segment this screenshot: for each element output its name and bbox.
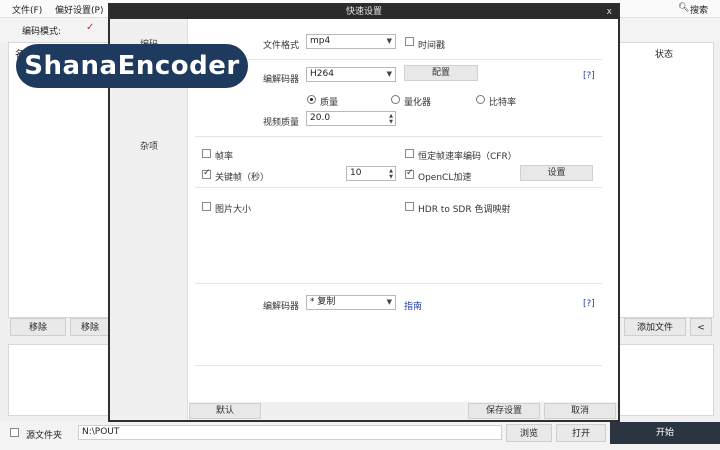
close-icon[interactable]: x xyxy=(607,5,612,19)
timestamp-label: 时间戳 xyxy=(418,41,446,51)
chevron-down-icon: ▼ xyxy=(386,37,392,45)
format-select[interactable]: mp4 ▼ xyxy=(306,34,396,49)
add-file-button[interactable]: 添加文件 xyxy=(624,318,686,336)
config-button[interactable]: 配置 xyxy=(404,65,478,81)
start-button[interactable]: 开始 xyxy=(610,422,720,444)
opencl-settings-button[interactable]: 设置 xyxy=(520,165,593,181)
opencl-checkbox[interactable] xyxy=(405,168,414,179)
keyframe-checkbox[interactable] xyxy=(202,168,211,179)
divider xyxy=(195,283,602,284)
search-button[interactable]: 搜索 xyxy=(690,3,708,16)
browse-button[interactable]: 浏览 xyxy=(506,424,552,442)
codec-select[interactable]: H264 ▼ xyxy=(306,67,396,82)
audio-codec-select[interactable]: * 复制 ▼ xyxy=(306,295,396,310)
video-quality-spinbox[interactable]: 20.0 ▲ ▼ xyxy=(306,111,396,126)
hdr-checkbox[interactable] xyxy=(405,202,414,211)
menu-file[interactable]: 文件(F) xyxy=(12,3,42,16)
output-path-field[interactable]: N:\POUT xyxy=(78,425,502,440)
guide-link[interactable]: 指南 xyxy=(404,299,422,312)
radio-quality[interactable] xyxy=(307,95,316,104)
collapse-button[interactable]: < xyxy=(690,318,712,336)
dialog-footer: 默认 保存设置 取消 xyxy=(189,402,618,420)
help-link-2[interactable]: [?] xyxy=(583,299,595,309)
settings-content: 文件格式 mp4 ▼ 时间戳 编解码器 H264 ▼ 配置 [?] 质量 量化器 比… xyxy=(189,19,618,402)
radio-quantizer-label: 量化器 xyxy=(404,98,432,108)
keyframe-label: 关键帧（秒） xyxy=(215,173,270,183)
divider xyxy=(195,136,602,137)
default-button[interactable]: 默认 xyxy=(189,403,261,419)
divider xyxy=(195,365,602,366)
cfr-checkbox[interactable] xyxy=(405,149,414,158)
remove-button[interactable]: 移除 xyxy=(10,318,66,336)
sidebar-item-misc[interactable]: 杂项 xyxy=(110,139,188,152)
chevron-down-icon: ▼ xyxy=(386,298,392,306)
search-icon[interactable]: 🔍︎ xyxy=(678,3,689,13)
source-folder-checkbox[interactable] xyxy=(10,428,19,437)
list-col-status[interactable]: 状态 xyxy=(655,47,673,60)
menu-preferences[interactable]: 偏好设置(P) xyxy=(55,3,103,16)
cancel-button[interactable]: 取消 xyxy=(544,403,616,419)
keyframe-spinbox[interactable]: 10 ▲ ▼ xyxy=(346,166,396,181)
shanaencoder-logo: ShanaEncoder xyxy=(16,44,248,88)
cfr-label: 恒定帧速率编码（CFR） xyxy=(418,152,517,162)
format-label: 文件格式 xyxy=(263,41,300,51)
dialog-title: 快速设置 xyxy=(110,5,618,19)
video-quality-label: 视频质量 xyxy=(263,118,300,128)
radio-bitrate-label: 比特率 xyxy=(489,98,517,108)
open-button[interactable]: 打开 xyxy=(556,424,606,442)
radio-quality-label: 质量 xyxy=(320,98,339,108)
remove-all-button[interactable]: 移除 xyxy=(70,318,110,336)
divider xyxy=(195,59,602,60)
picture-size-checkbox[interactable] xyxy=(202,202,211,211)
fps-checkbox[interactable] xyxy=(202,149,211,158)
hdr-label: HDR to SDR 色调映射 xyxy=(418,205,511,215)
divider xyxy=(195,187,602,188)
source-folder-label: 源文件夹 xyxy=(26,431,63,441)
codec-label: 编解码器 xyxy=(263,75,300,85)
save-settings-button[interactable]: 保存设置 xyxy=(468,403,540,419)
audio-codec-label: 编解码器 xyxy=(263,302,300,312)
encode-mode-label: 编码模式: xyxy=(22,27,62,37)
picture-size-label: 图片大小 xyxy=(215,205,252,215)
encode-mode-check-icon[interactable]: ✓ xyxy=(86,22,94,33)
chevron-down-icon: ▼ xyxy=(386,70,392,78)
opencl-label: OpenCL加速 xyxy=(418,173,472,183)
help-link[interactable]: [?] xyxy=(583,71,595,81)
timestamp-checkbox[interactable] xyxy=(405,37,414,46)
fps-label: 帧率 xyxy=(215,152,234,162)
radio-quantizer[interactable] xyxy=(391,95,400,104)
radio-bitrate[interactable] xyxy=(476,95,485,104)
